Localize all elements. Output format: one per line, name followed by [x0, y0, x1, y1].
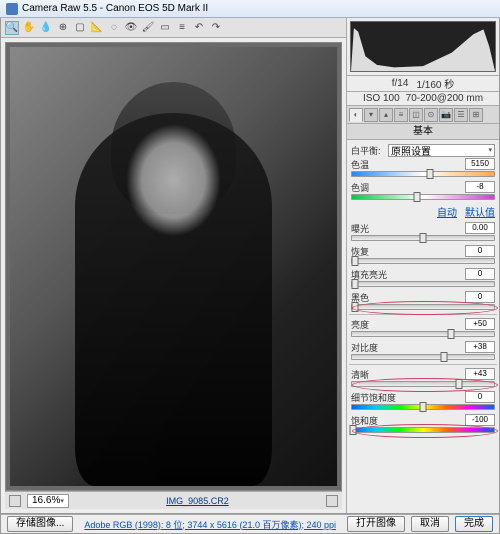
- default-link[interactable]: 默认值: [465, 204, 495, 219]
- slider-contrast-label: 对比度: [351, 341, 378, 354]
- slider-vibrance-label: 细节饱和度: [351, 391, 396, 404]
- slider-temp-value[interactable]: 5150: [465, 158, 495, 170]
- slider-vibrance-value[interactable]: 0: [465, 391, 495, 403]
- slider-temp-label: 色温: [351, 158, 369, 171]
- slider-contrast-value[interactable]: +38: [465, 341, 495, 353]
- tab-basic[interactable]: ◐: [349, 108, 363, 122]
- slider-tint: 色调 -8: [351, 181, 495, 200]
- slider-saturation-track[interactable]: [351, 427, 495, 433]
- done-button[interactable]: 完成: [455, 516, 493, 532]
- slider-fill: 填充亮光 0: [351, 268, 495, 287]
- photo-content: [10, 47, 337, 486]
- filename-label: IMG_9085.CR2: [75, 496, 320, 506]
- panel-tabs: ◐ ▾ ▴ ≡ ◫ ⊙ 📷 ☰ ⊞: [347, 106, 499, 124]
- rotate-ccw-icon[interactable]: ↶: [192, 21, 206, 35]
- sampler-icon[interactable]: ⊕: [56, 21, 70, 35]
- redeye-icon[interactable]: 👁: [124, 21, 138, 35]
- slider-temp-track[interactable]: [351, 171, 495, 177]
- slider-recovery-track[interactable]: [351, 258, 495, 264]
- crop-icon[interactable]: ▢: [73, 21, 87, 35]
- slider-recovery-thumb[interactable]: [351, 256, 358, 266]
- slider-black-track[interactable]: [351, 304, 495, 310]
- save-image-button[interactable]: 存储图像...: [7, 516, 73, 532]
- slider-fill-thumb[interactable]: [351, 279, 358, 289]
- tab-snapshot[interactable]: ⊞: [469, 108, 483, 122]
- rotate-cw-icon[interactable]: ↷: [209, 21, 223, 35]
- device-name: Canon EOS 5D Mark II: [106, 3, 208, 14]
- straighten-icon[interactable]: 📐: [90, 21, 104, 35]
- slider-clarity-value[interactable]: +43: [465, 368, 495, 380]
- app-name: Camera Raw 5.5: [22, 3, 97, 14]
- preview-toggle[interactable]: [326, 495, 338, 507]
- tab-detail[interactable]: ▴: [379, 108, 393, 122]
- zoom-tool-icon[interactable]: 🔍: [5, 21, 19, 35]
- workflow-link[interactable]: Adobe RGB (1998): 8 位; 3744 x 5616 (21.0…: [79, 518, 341, 531]
- zoom-out-button[interactable]: [9, 495, 21, 507]
- tab-lens[interactable]: ⊙: [424, 108, 438, 122]
- slider-clarity-thumb[interactable]: [455, 379, 462, 389]
- slider-vibrance-thumb[interactable]: [420, 402, 427, 412]
- slider-clarity-track[interactable]: [351, 381, 495, 387]
- cancel-button[interactable]: 取消: [411, 516, 449, 532]
- slider-vibrance-track[interactable]: [351, 404, 495, 410]
- slider-fill-value[interactable]: 0: [465, 268, 495, 280]
- tab-split[interactable]: ◫: [409, 108, 423, 122]
- slider-black: 黑色 0: [351, 291, 495, 310]
- tab-camera[interactable]: 📷: [439, 108, 453, 122]
- exif-row-1: f/14 1/160 秒: [347, 76, 499, 92]
- slider-bright: 亮度 +50: [351, 318, 495, 337]
- slider-recovery: 恢复 0: [351, 245, 495, 264]
- open-image-button[interactable]: 打开图像: [347, 516, 405, 532]
- slider-bright-track[interactable]: [351, 331, 495, 337]
- slider-vibrance: 细节饱和度 0: [351, 391, 495, 410]
- tab-hsl[interactable]: ≡: [394, 108, 408, 122]
- tool-toolbar: 🔍 ✋ 💧 ⊕ ▢ 📐 ◌ 👁 🖌 ▭ ≡ ↶ ↷: [1, 18, 346, 38]
- slider-bright-label: 亮度: [351, 318, 369, 331]
- eyedropper-icon[interactable]: 💧: [39, 21, 53, 35]
- slider-black-value[interactable]: 0: [465, 291, 495, 303]
- slider-fill-track[interactable]: [351, 281, 495, 287]
- window-title: Camera Raw 5.5 - Canon EOS 5D Mark II: [22, 3, 208, 14]
- wb-select[interactable]: 原照设置▾: [388, 144, 495, 157]
- panel-title: 基本: [347, 124, 499, 140]
- slider-tint-track[interactable]: [351, 194, 495, 200]
- slider-recovery-value[interactable]: 0: [465, 245, 495, 257]
- spot-icon[interactable]: ◌: [107, 21, 121, 35]
- slider-saturation: 饱和度 -100: [351, 414, 495, 433]
- slider-exposure: 曝光 0.00: [351, 222, 495, 241]
- slider-exposure-label: 曝光: [351, 222, 369, 235]
- slider-exposure-value[interactable]: 0.00: [465, 222, 495, 234]
- slider-contrast-thumb[interactable]: [441, 352, 448, 362]
- slider-tint-label: 色调: [351, 181, 369, 194]
- histogram[interactable]: [350, 21, 496, 72]
- slider-tint-value[interactable]: -8: [465, 181, 495, 193]
- slider-saturation-value[interactable]: -100: [465, 414, 495, 426]
- auto-link[interactable]: 自动: [437, 204, 457, 219]
- app-icon: [6, 3, 18, 15]
- gradient-icon[interactable]: ▭: [158, 21, 172, 35]
- exif-row-2: ISO 100 70-200@200 mm: [347, 92, 499, 106]
- slider-bright-value[interactable]: +50: [465, 318, 495, 330]
- slider-saturation-thumb[interactable]: [350, 425, 357, 435]
- basic-panel: 白平衡: 原照设置▾ 色温 5150 色调 -8 自动 默认值 曝光 0.00 …: [347, 140, 499, 513]
- tab-curve[interactable]: ▾: [364, 108, 378, 122]
- prefs-icon[interactable]: ≡: [175, 21, 189, 35]
- slider-clarity: 清晰 +43: [351, 368, 495, 387]
- slider-black-thumb[interactable]: [351, 302, 358, 312]
- slider-contrast-track[interactable]: [351, 354, 495, 360]
- slider-contrast: 对比度 +38: [351, 341, 495, 360]
- slider-exposure-track[interactable]: [351, 235, 495, 241]
- hand-tool-icon[interactable]: ✋: [22, 21, 36, 35]
- brush-icon[interactable]: 🖌: [141, 21, 155, 35]
- wb-label: 白平衡:: [351, 144, 385, 157]
- slider-tint-thumb[interactable]: [414, 192, 421, 202]
- slider-exposure-thumb[interactable]: [420, 233, 427, 243]
- slider-bright-thumb[interactable]: [448, 329, 455, 339]
- zoom-select[interactable]: 16.6%▾: [27, 494, 69, 508]
- slider-temp-thumb[interactable]: [427, 169, 434, 179]
- slider-temp: 色温 5150: [351, 158, 495, 177]
- slider-clarity-label: 清晰: [351, 368, 369, 381]
- image-preview[interactable]: [5, 42, 342, 491]
- tab-preset[interactable]: ☰: [454, 108, 468, 122]
